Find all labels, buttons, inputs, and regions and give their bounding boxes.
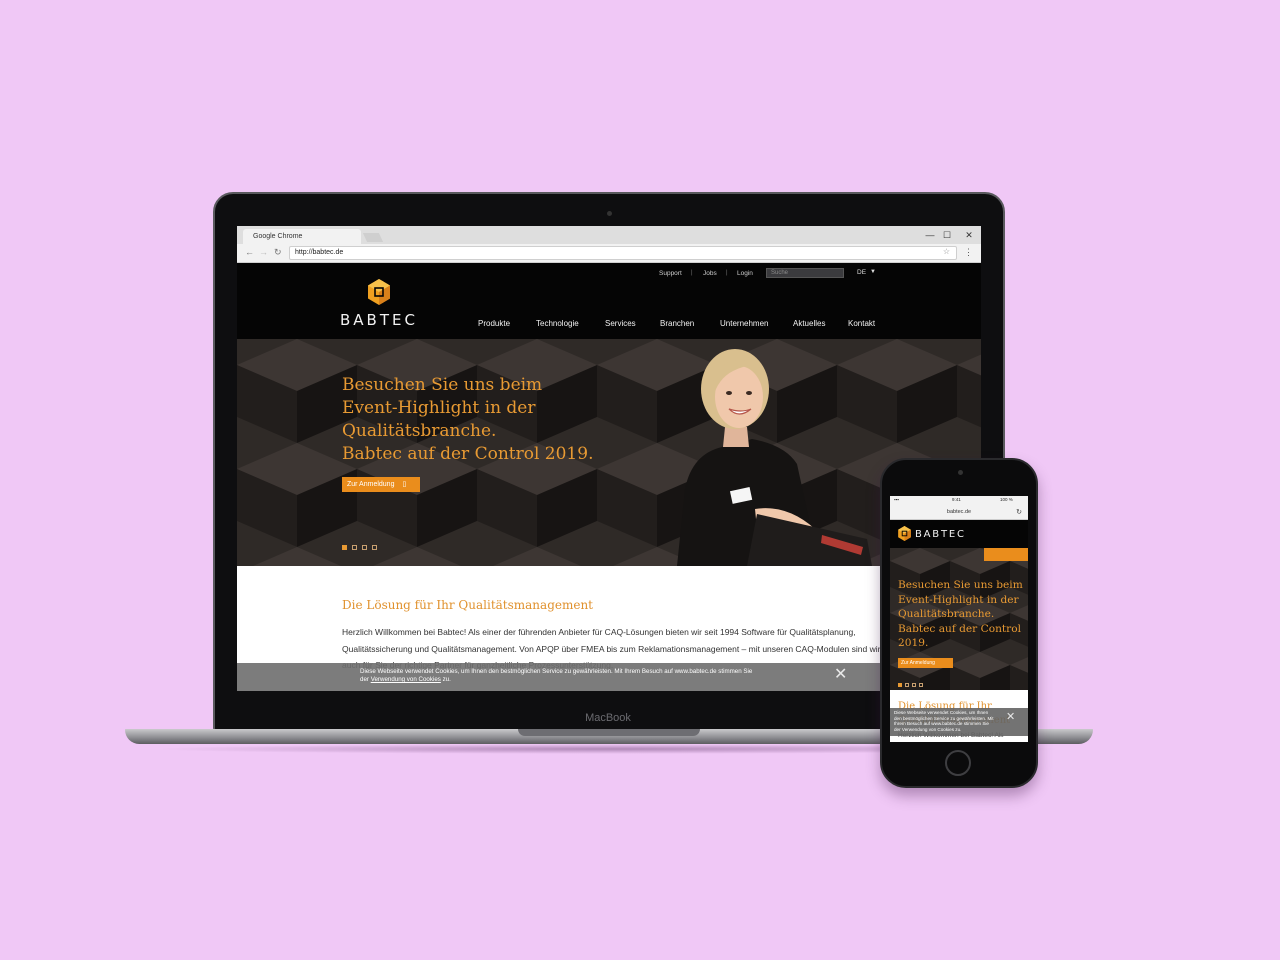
- hero-title-line: Besuchen Sie uns beim: [342, 375, 543, 395]
- phone-slider-dot-2[interactable]: [905, 683, 909, 687]
- reload-icon[interactable]: ↻: [1016, 508, 1022, 516]
- camera-icon: [607, 211, 612, 216]
- phone-home-button[interactable]: [945, 750, 971, 776]
- util-link-support[interactable]: Support: [659, 270, 682, 277]
- nav-item-services[interactable]: Services: [605, 319, 636, 328]
- status-time: 9:41: [952, 497, 961, 502]
- phone-url: babtec.de: [946, 509, 972, 515]
- phone-hero-title-line: Qualitätsbranche.: [898, 608, 995, 620]
- logo-text[interactable]: BABTEC: [340, 311, 420, 329]
- util-separator: |: [726, 270, 728, 276]
- phone-cookie-text: Diese Webseite verwendet Cookies, um Ihn…: [894, 710, 994, 732]
- cookie-policy-link[interactable]: Verwendung von Cookies: [371, 676, 441, 683]
- nav-item-kontakt[interactable]: Kontakt: [848, 319, 875, 328]
- slider-dot-1[interactable]: [342, 545, 347, 550]
- cookie-banner: Diese Webseite verwendet Cookies, um Ihn…: [237, 663, 981, 691]
- cookie-text-part: zu.: [442, 676, 451, 683]
- hero-title-line: Babtec auf der Control 2019.: [342, 444, 594, 464]
- signal-icon: ▪▪▪: [894, 497, 899, 502]
- phone-slider-dot-1[interactable]: [898, 683, 902, 687]
- laptop-brand-label: MacBook: [585, 712, 631, 724]
- phone-hero-title-line: Besuchen Sie uns beim: [898, 579, 1023, 591]
- phone-hero-title-line: 2019.: [898, 637, 929, 649]
- hero-woman-photo: [677, 349, 872, 566]
- battery-status: 100 %: [1000, 497, 1013, 502]
- util-link-login[interactable]: Login: [737, 270, 753, 277]
- phone-hero-title-line: Event-Highlight in der: [898, 593, 1019, 606]
- nav-item-technologie[interactable]: Technologie: [536, 319, 579, 328]
- browser-tab-strip: Google Chrome — ☐ ✕: [237, 226, 981, 244]
- browser-toolbar: ← → ↻ http://babtec.de ☆ ⋮: [237, 244, 981, 263]
- hero-title-line: Qualitätsbranche.: [342, 421, 497, 441]
- nav-item-branchen[interactable]: Branchen: [660, 319, 694, 328]
- reload-icon[interactable]: ↻: [274, 247, 282, 258]
- hero-title-line: Event-Highlight in der: [342, 398, 536, 418]
- close-icon[interactable]: ✕: [834, 667, 847, 683]
- phone-hero-title-line: Babtec auf der Control: [898, 622, 1022, 635]
- slider-dot-2[interactable]: [352, 545, 357, 550]
- phone-slider-dot-4[interactable]: [919, 683, 923, 687]
- language-select[interactable]: DE: [857, 269, 866, 276]
- slider-dot-3[interactable]: [362, 545, 367, 550]
- phone-register-button-label: Zur Anmeldung: [901, 660, 935, 666]
- babtec-logo-icon[interactable]: [368, 279, 390, 305]
- new-tab-button[interactable]: [362, 233, 384, 242]
- maximize-icon[interactable]: ☐: [940, 229, 954, 241]
- hero-slider: Besuchen Sie uns beim Event-Highlight in…: [237, 339, 981, 566]
- laptop-screen: Google Chrome — ☐ ✕ ← → ↻ http://babtec.…: [237, 226, 981, 691]
- bookmark-star-icon[interactable]: ☆: [943, 247, 950, 256]
- phone-hero-title: Besuchen Sie uns beim Event-Highlight in…: [898, 578, 1026, 651]
- external-link-icon: ▯: [402, 481, 407, 488]
- address-bar-url: http://babtec.de: [295, 249, 344, 256]
- phone-screen: ▪▪▪ 9:41 100 % babtec.de ↻ BABTEC Besuch…: [890, 496, 1028, 742]
- phone-site-header: BABTEC: [890, 520, 1028, 548]
- slider-dot-4[interactable]: [372, 545, 377, 550]
- phone-camera-icon: [958, 470, 963, 475]
- address-bar[interactable]: http://babtec.de ☆: [289, 246, 957, 260]
- hero-register-button-label: Zur Anmeldung: [347, 481, 395, 488]
- phone-cookie-banner: Diese Webseite verwendet Cookies, um Ihn…: [890, 708, 1028, 736]
- intro-title: Die Lösung für Ihr Qualitätsmanagement: [342, 598, 594, 612]
- babtec-logo-icon[interactable]: [898, 526, 911, 541]
- close-icon[interactable]: ✕: [1006, 710, 1015, 723]
- phone-logo-text[interactable]: BABTEC: [915, 529, 966, 540]
- hero-register-button[interactable]: Zur Anmeldung ▯: [342, 477, 420, 492]
- browser-menu-icon[interactable]: ⋮: [964, 247, 973, 258]
- search-input[interactable]: Suche: [766, 268, 844, 278]
- back-arrow-icon[interactable]: ←: [245, 247, 254, 257]
- minimize-icon[interactable]: —: [923, 229, 937, 241]
- phone-slider-dot-3[interactable]: [912, 683, 916, 687]
- util-link-jobs[interactable]: Jobs: [703, 270, 717, 277]
- browser-tab[interactable]: Google Chrome: [243, 229, 361, 244]
- cookie-text: Diese Webseite verwendet Cookies, um Ihn…: [360, 668, 760, 684]
- forward-arrow-icon[interactable]: →: [259, 247, 268, 257]
- nav-item-produkte[interactable]: Produkte: [478, 319, 510, 328]
- site-header: Support | Jobs | Login Suche DE ▼ BABTEC…: [237, 263, 981, 339]
- phone-hero: Besuchen Sie uns beim Event-Highlight in…: [890, 548, 1028, 690]
- laptop-notch: [518, 729, 700, 736]
- chevron-down-icon[interactable]: ▼: [870, 269, 876, 275]
- phone-address-bar[interactable]: babtec.de ↻: [890, 504, 1028, 520]
- phone-status-bar: ▪▪▪ 9:41 100 %: [890, 496, 1028, 504]
- phone-register-button[interactable]: Zur Anmeldung: [898, 658, 953, 668]
- nav-item-aktuelles[interactable]: Aktuelles: [793, 319, 825, 328]
- phone-orange-accent: [984, 548, 1028, 561]
- nav-item-unternehmen[interactable]: Unternehmen: [720, 319, 768, 328]
- hero-title: Besuchen Sie uns beim Event-Highlight in…: [342, 374, 642, 466]
- close-window-icon[interactable]: ✕: [962, 229, 976, 241]
- util-separator: |: [691, 270, 693, 276]
